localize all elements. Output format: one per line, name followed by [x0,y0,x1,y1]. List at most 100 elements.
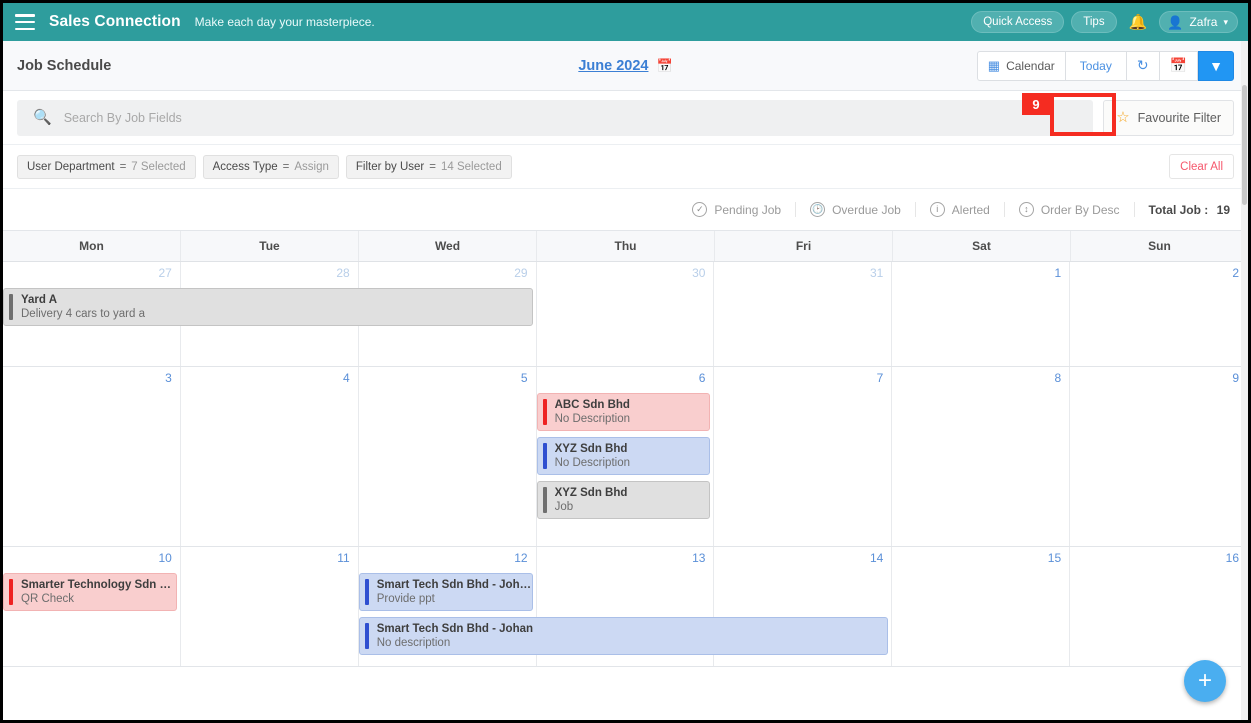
total-job-value: 19 [1216,202,1230,217]
calendar-day-cell[interactable]: 5 [358,367,537,546]
weekday-wed: Wed [359,231,537,261]
calendar-day-cell[interactable]: 11 [180,547,359,666]
calendar-day-cell[interactable]: 16 [1070,547,1248,666]
favourite-filter-button[interactable]: ☆ Favourite Filter [1103,99,1234,136]
day-number: 7 [876,371,884,385]
calendar-day-cell[interactable]: 31 [714,262,893,366]
event-color-bar [542,443,547,469]
day-number: 28 [336,266,350,280]
day-number: 10 [158,551,172,565]
calendar-day-cell[interactable]: 15 [892,547,1071,666]
app-tagline: Make each day your masterpiece. [194,15,375,29]
search-box[interactable]: 🔍 [17,99,1094,136]
calendar-day-cell[interactable]: 3 [3,367,181,546]
refresh-button[interactable]: ↻ [1126,50,1160,81]
chip-label: User Department [27,160,115,173]
current-month-label[interactable]: June 2024 [578,58,648,74]
view-toolbar: ▦ Calendar Today ↻ 📅 ▼ [976,50,1234,81]
calendar-week-row: 27 28 29 30 31 1 2 Yard A Delivery 4 cars to yar… [3,262,1248,367]
calendar-view-button[interactable]: ▦ Calendar [976,50,1066,81]
calendar-day-cell[interactable]: 1 [892,262,1071,366]
check-circle-icon: ✓ [692,202,708,217]
chip-label: Access Type [212,160,278,173]
filter-chip-filter-by-user[interactable]: Filter by User = 14 Selected [345,154,512,179]
legend-alerted[interactable]: i Alerted [916,202,1005,217]
calendar-day-cell[interactable]: 7 [714,367,893,546]
event-description: Provide ppt [376,593,435,605]
chip-operator: = [429,160,436,173]
page-title: Job Schedule [17,57,112,74]
day-number: 8 [1054,371,1062,385]
event-title: XYZ Sdn Bhd [554,486,628,499]
clear-all-button[interactable]: Clear All [1169,154,1234,179]
tips-button[interactable]: Tips [1071,11,1117,33]
search-input[interactable] [63,110,1078,125]
legend-overdue-job[interactable]: 🕑 Overdue Job [796,202,916,217]
calendar-event[interactable]: XYZ Sdn Bhd No Description [536,437,711,475]
day-number: 1 [1054,266,1062,280]
weekday-sun: Sun [1148,239,1171,253]
event-color-bar [542,399,547,425]
chip-value: Assign [294,160,329,173]
refresh-icon: ↻ [1136,57,1149,73]
notification-bell-icon[interactable]: 🔔 [1124,15,1153,30]
calendar-day-cell[interactable]: 4 [180,367,359,546]
today-button[interactable]: Today [1065,50,1127,81]
event-description: Delivery 4 cars to yard a [21,308,145,320]
page-toolbar: Job Schedule June 2024 📅 ▦ Calendar Toda… [3,41,1248,136]
calendar-event[interactable]: Yard A Delivery 4 cars to yard a [3,288,533,326]
calendar-day-cell[interactable]: 2 [1070,262,1248,366]
day-number: 4 [343,371,350,385]
weekday-fri: Fri [715,231,893,261]
weekday-thu: Thu [537,231,715,261]
top-bar-actions: Quick Access Tips 🔔 👤 Zafra ▾ [971,11,1238,33]
user-avatar-icon: 👤 [1167,14,1184,30]
calendar-icon[interactable]: 📅 [656,58,672,74]
scrollbar-thumb[interactable] [1242,85,1247,205]
event-text: Smarter Technology Sdn Bh... QR Check [21,578,176,607]
legend-pending-job[interactable]: ✓ Pending Job [678,202,797,217]
sort-updown-icon: ↕ [1018,202,1034,217]
calendar-event[interactable]: Smart Tech Sdn Bhd - Johan No description [358,617,889,655]
day-number: 12 [514,551,528,565]
calendar-day-cell[interactable]: 9 [1070,367,1248,546]
date-picker-button[interactable]: 📅 [1159,50,1198,81]
event-color-bar [542,487,547,513]
calendar-event[interactable]: Smarter Technology Sdn Bh... QR Check [3,573,177,611]
event-title: XYZ Sdn Bhd [554,442,628,455]
event-color-bar [9,294,13,320]
calendar-day-cell[interactable]: 30 [536,262,715,366]
hamburger-menu-icon[interactable] [15,14,35,30]
event-color-bar [364,623,369,649]
filter-chip-user-department[interactable]: User Department = 7 Selected [17,154,196,179]
job-status-legend: ✓ Pending Job 🕑 Overdue Job i Alerted ↕ … [3,189,1248,231]
vertical-scrollbar[interactable] [1241,41,1248,720]
calendar-day-cell[interactable]: 8 [892,367,1071,546]
user-menu-button[interactable]: 👤 Zafra ▾ [1159,11,1238,33]
event-description: No description [376,637,451,649]
clock-icon: 🕑 [810,202,826,217]
calendar-event[interactable]: Smart Tech Sdn Bhd - Johan Provide ppt [358,573,533,611]
calendar-view-label: Calendar [1006,58,1055,73]
legend-order-by-desc[interactable]: ↕ Order By Desc [1005,202,1135,217]
event-description: Job [554,501,574,513]
filter-chip-access-type[interactable]: Access Type = Assign [202,154,339,179]
event-text: ABC Sdn Bhd No Description [555,398,630,427]
day-number: 6 [698,371,706,385]
filter-funnel-icon: ▼ [1209,57,1223,74]
chevron-down-icon: ▾ [1223,16,1228,27]
info-circle-icon: i [929,202,945,217]
filter-button[interactable]: ▼ [1198,50,1234,81]
total-job-label: Total Job : [1148,202,1209,217]
calendar-event[interactable]: ABC Sdn Bhd No Description [536,393,711,431]
search-icon: 🔍 [33,109,52,126]
day-number: 29 [514,266,528,280]
add-job-fab-button[interactable]: + [1184,660,1226,702]
calendar-week-row: 3 4 5 6 7 8 9 ABC Sdn Bhd No Description XYZ Sdn … [3,367,1248,547]
chip-label: Filter by User [355,160,425,173]
calendar-event[interactable]: XYZ Sdn Bhd Job [536,481,711,519]
event-title: Smart Tech Sdn Bhd - Johan [376,622,534,635]
day-number: 3 [165,371,172,385]
event-title: Smart Tech Sdn Bhd - Johan [376,578,532,591]
quick-access-button[interactable]: Quick Access [971,11,1065,33]
